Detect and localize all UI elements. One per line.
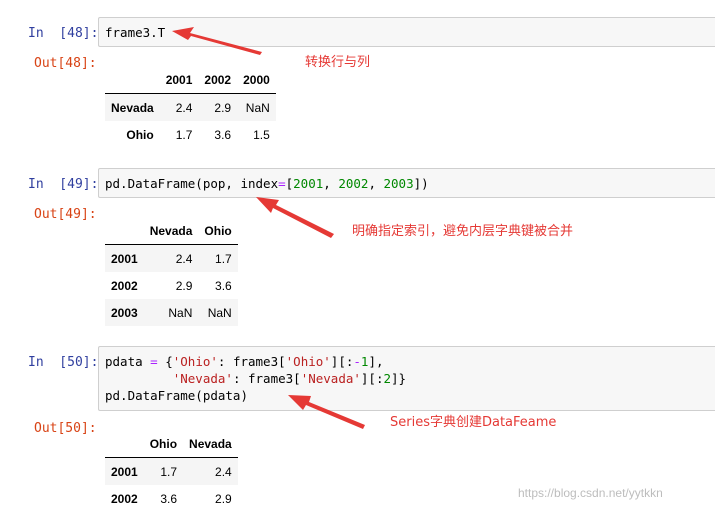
arrow-icon: [256, 197, 334, 238]
annotation-arrows: [172, 27, 365, 429]
watermark: https://blog.csdn.net/yytkkn: [518, 486, 663, 500]
arrow-icon: [172, 27, 262, 55]
arrow-icon: [288, 395, 365, 429]
